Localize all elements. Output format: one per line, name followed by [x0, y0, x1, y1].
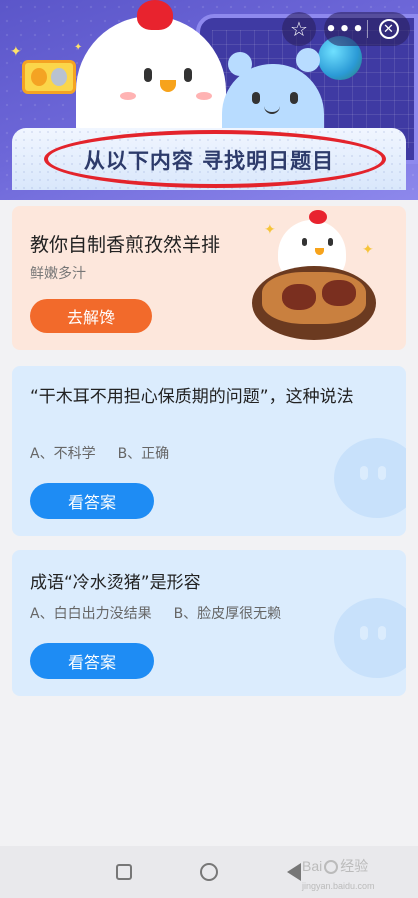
miniapp-capsule: ••• ✕: [324, 12, 410, 46]
quiz-question: 成语“冷水烫猪”是形容: [30, 573, 201, 593]
recent-apps-button[interactable]: [94, 846, 154, 898]
promo-subtitle: 鲜嫩多汁: [30, 266, 86, 282]
square-icon: [116, 864, 132, 880]
view-answer-button[interactable]: 看答案: [30, 643, 154, 679]
star-icon: ☆: [290, 17, 308, 41]
baidu-watermark: Bai 经验 jingyan.baidu.com: [302, 858, 375, 891]
back-triangle-icon: [287, 863, 301, 881]
promo-card[interactable]: 教你自制香煎孜然羊排 鲜嫩多汁 去解馋 ✦ ✦: [12, 206, 406, 350]
paw-logo-icon: [324, 860, 339, 875]
circle-icon: [200, 863, 218, 881]
sparkle-icon: ✦: [264, 222, 276, 238]
option-a: A、白白出力没结果: [30, 606, 152, 622]
banner-title: 从以下内容 寻找明日题目: [83, 149, 335, 173]
quiz-question: “干木耳不用担心保质期的问题”，这种说法: [30, 387, 354, 407]
option-b: B、脸皮厚很无赖: [173, 606, 282, 622]
quiz-card: “干木耳不用担心保质期的问题”，这种说法 A、不科学 B、正确 看答案: [12, 366, 406, 536]
promo-button[interactable]: 去解馋: [30, 299, 152, 333]
view-answer-button[interactable]: 看答案: [30, 483, 154, 519]
quiz-options: A、不科学 B、正确: [30, 443, 169, 463]
close-button[interactable]: ✕: [368, 19, 410, 39]
chat-bubble-icon: [334, 598, 406, 678]
sparkle-icon: ✦: [74, 42, 83, 53]
promo-title: 教你自制香煎孜然羊排: [30, 234, 221, 256]
option-b: B、正确: [117, 446, 170, 462]
sparkle-icon: ✦: [10, 44, 22, 60]
option-a: A、不科学: [30, 446, 96, 462]
home-button[interactable]: [179, 846, 239, 898]
chat-bubble-icon: [334, 438, 406, 518]
sparkle-icon: ✦: [362, 242, 374, 258]
quiz-options: A、白白出力没结果 B、脸皮厚很无赖: [30, 603, 281, 623]
favorite-star-button[interactable]: ☆: [282, 12, 316, 46]
chicken-comb: [137, 0, 173, 30]
medal-badge-icon: [22, 60, 76, 94]
close-icon: ✕: [378, 19, 399, 39]
more-icon[interactable]: •••: [325, 19, 367, 40]
quiz-card: 成语“冷水烫猪”是形容 A、白白出力没结果 B、脸皮厚很无赖 看答案: [12, 550, 406, 696]
